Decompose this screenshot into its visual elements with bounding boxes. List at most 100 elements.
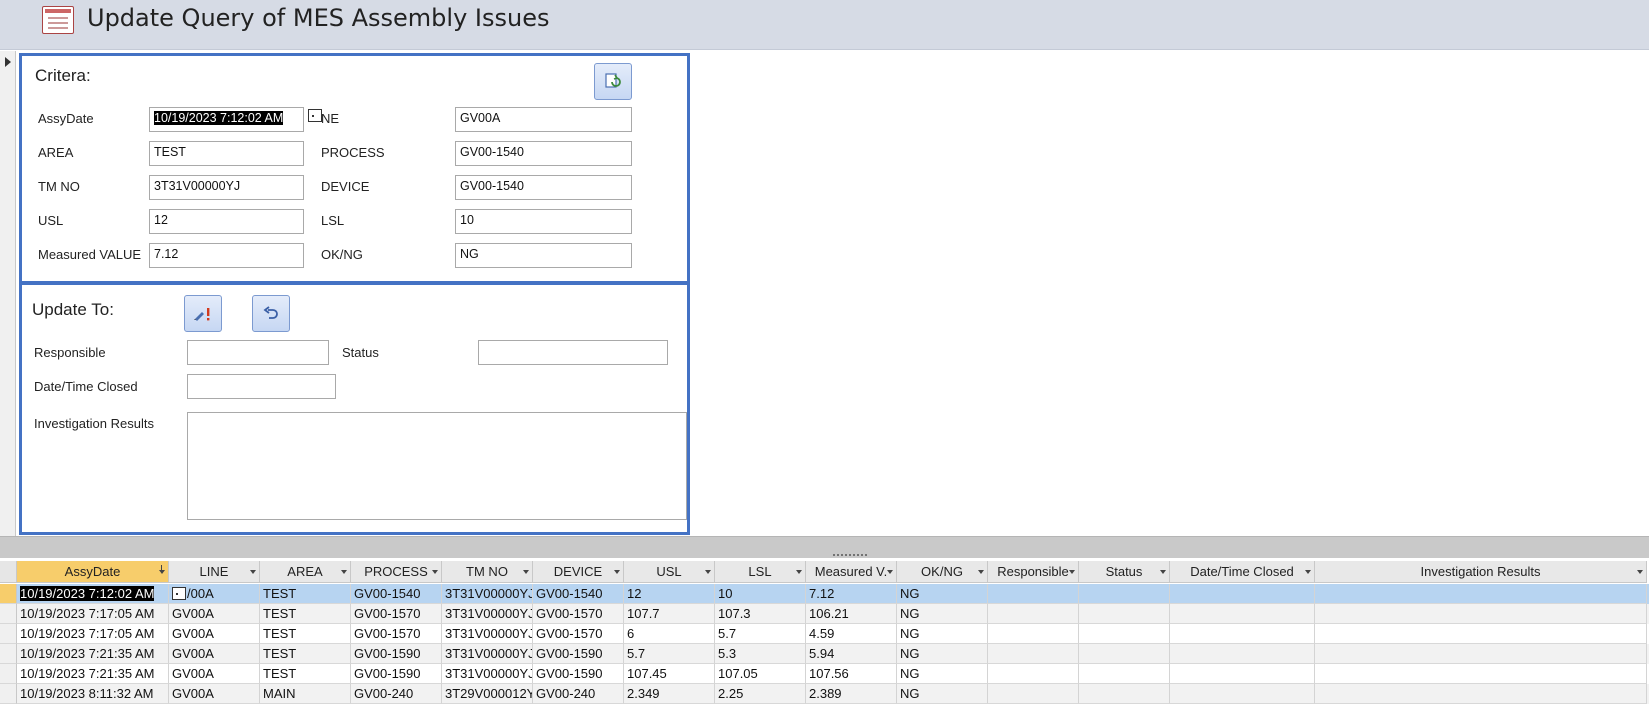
- table-cell[interactable]: 2.389: [806, 684, 897, 704]
- table-cell[interactable]: 4.59: [806, 624, 897, 644]
- table-cell[interactable]: GV00A: [169, 604, 260, 624]
- table-cell[interactable]: [988, 584, 1079, 604]
- filter-dropdown-icon[interactable]: [614, 570, 620, 574]
- column-header-usl[interactable]: USL: [624, 561, 715, 583]
- run-update-button[interactable]: [184, 295, 222, 332]
- row-selector[interactable]: [0, 604, 17, 624]
- filter-dropdown-icon[interactable]: [432, 570, 438, 574]
- table-cell[interactable]: 107.3: [715, 604, 806, 624]
- table-cell[interactable]: TEST: [260, 644, 351, 664]
- usl-field[interactable]: 12: [149, 209, 304, 234]
- table-cell[interactable]: GV00A: [169, 624, 260, 644]
- table-cell[interactable]: GV00-240: [351, 684, 442, 704]
- column-header-lsl[interactable]: LSL: [715, 561, 806, 583]
- table-cell[interactable]: 10: [715, 584, 806, 604]
- area-field[interactable]: TEST: [149, 141, 304, 166]
- filter-dropdown-icon[interactable]: [1160, 570, 1166, 574]
- table-cell[interactable]: GV00-1570: [351, 604, 442, 624]
- splitter-grip-icon[interactable]: [832, 553, 868, 557]
- row-selector[interactable]: [0, 644, 17, 664]
- column-header-ok-ng[interactable]: OK/NG: [897, 561, 988, 583]
- table-cell[interactable]: 5.3: [715, 644, 806, 664]
- table-cell[interactable]: [1079, 644, 1170, 664]
- table-cell[interactable]: [1315, 584, 1647, 604]
- process-field[interactable]: GV00-1540: [455, 141, 632, 166]
- table-cell[interactable]: [988, 604, 1079, 624]
- table-cell[interactable]: [1170, 604, 1315, 624]
- row-selector[interactable]: [0, 664, 17, 684]
- table-cell[interactable]: 7.12: [806, 584, 897, 604]
- table-cell[interactable]: NG: [897, 604, 988, 624]
- assydate-field[interactable]: 10/19/2023 7:12:02 AM: [149, 107, 304, 132]
- table-cell[interactable]: GV00-1590: [533, 664, 624, 684]
- refresh-query-button[interactable]: [594, 63, 632, 100]
- sort-filter-dropdown-icon[interactable]: [159, 565, 165, 574]
- column-header-tm-no[interactable]: TM NO: [442, 561, 533, 583]
- table-cell[interactable]: TEST: [260, 664, 351, 684]
- filter-dropdown-icon[interactable]: [796, 570, 802, 574]
- table-cell[interactable]: 3T29V000012Y: [442, 684, 533, 704]
- undo-button[interactable]: [252, 295, 290, 332]
- table-cell[interactable]: GV00-1570: [533, 604, 624, 624]
- table-cell[interactable]: [988, 624, 1079, 644]
- table-cell[interactable]: [988, 664, 1079, 684]
- table-cell[interactable]: GV00-1590: [351, 644, 442, 664]
- table-cell[interactable]: GV00-1590: [351, 664, 442, 684]
- column-header-date-time-closed[interactable]: Date/Time Closed: [1170, 561, 1315, 583]
- table-cell[interactable]: 3T31V00000YJ: [442, 644, 533, 664]
- table-cell[interactable]: [1315, 624, 1647, 644]
- column-header-device[interactable]: DEVICE: [533, 561, 624, 583]
- table-cell[interactable]: 10/19/2023 8:11:32 AM: [17, 684, 169, 704]
- table-cell[interactable]: GV00-1570: [533, 624, 624, 644]
- table-cell[interactable]: 5.94: [806, 644, 897, 664]
- line-field[interactable]: GV00A: [455, 107, 632, 132]
- table-cell[interactable]: 6: [624, 624, 715, 644]
- table-cell[interactable]: GV00A: [169, 644, 260, 664]
- table-cell[interactable]: [1079, 584, 1170, 604]
- table-cell[interactable]: [1315, 664, 1647, 684]
- table-cell[interactable]: GV00-1590: [533, 644, 624, 664]
- table-cell[interactable]: MAIN: [260, 684, 351, 704]
- table-cell[interactable]: 10/19/2023 7:12:02 AM: [17, 584, 169, 604]
- table-cell[interactable]: [1170, 624, 1315, 644]
- table-cell[interactable]: 10/19/2023 7:21:35 AM: [17, 644, 169, 664]
- column-header-investigation-results[interactable]: Investigation Results: [1315, 561, 1647, 583]
- table-cell[interactable]: [1170, 584, 1315, 604]
- table-cell[interactable]: [1079, 684, 1170, 704]
- table-cell[interactable]: GV00A: [169, 684, 260, 704]
- row-selector[interactable]: [0, 584, 17, 604]
- table-cell[interactable]: [1079, 664, 1170, 684]
- filter-dropdown-icon[interactable]: [523, 570, 529, 574]
- table-cell[interactable]: [1079, 624, 1170, 644]
- okng-field[interactable]: NG: [455, 243, 632, 268]
- select-all-corner[interactable]: [0, 561, 17, 583]
- table-cell[interactable]: [1170, 684, 1315, 704]
- table-cell[interactable]: 5.7: [624, 644, 715, 664]
- table-cell[interactable]: NG: [897, 644, 988, 664]
- filter-dropdown-icon[interactable]: [705, 570, 711, 574]
- table-cell[interactable]: GV00-1540: [351, 584, 442, 604]
- table-cell[interactable]: [988, 684, 1079, 704]
- table-cell[interactable]: NG: [897, 664, 988, 684]
- table-cell[interactable]: [1315, 644, 1647, 664]
- table-cell[interactable]: [1315, 684, 1647, 704]
- table-cell[interactable]: NG: [897, 624, 988, 644]
- filter-dropdown-icon[interactable]: [1305, 570, 1311, 574]
- measured-value-field[interactable]: 7.12: [149, 243, 304, 268]
- device-field[interactable]: GV00-1540: [455, 175, 632, 200]
- table-cell[interactable]: 3T31V00000YJ: [442, 664, 533, 684]
- table-cell[interactable]: NG: [897, 584, 988, 604]
- table-cell[interactable]: [1079, 604, 1170, 624]
- column-header-process[interactable]: PROCESS: [351, 561, 442, 583]
- calendar-icon[interactable]: [172, 587, 186, 600]
- table-cell[interactable]: 12: [624, 584, 715, 604]
- filter-dropdown-icon[interactable]: [1637, 570, 1643, 574]
- table-cell[interactable]: 3T31V00000YJ: [442, 604, 533, 624]
- table-cell[interactable]: 5.7: [715, 624, 806, 644]
- table-cell[interactable]: NG: [897, 684, 988, 704]
- filter-dropdown-icon[interactable]: [1069, 570, 1075, 574]
- table-cell[interactable]: [1170, 644, 1315, 664]
- record-selector[interactable]: [0, 51, 16, 536]
- table-cell[interactable]: GV00A: [169, 664, 260, 684]
- table-cell[interactable]: [1170, 664, 1315, 684]
